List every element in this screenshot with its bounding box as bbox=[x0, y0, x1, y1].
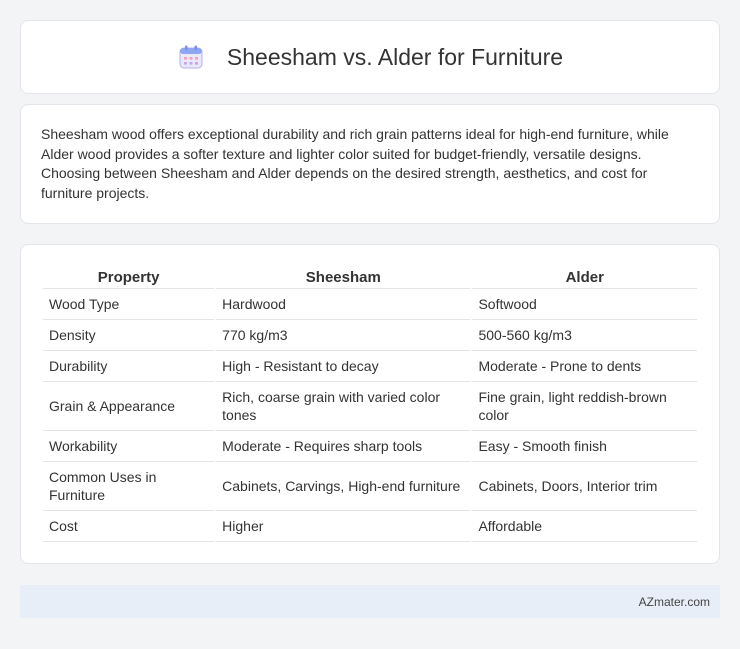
comparison-card: Property Sheesham Alder Wood Type Hardwo… bbox=[20, 244, 720, 564]
table-row: Grain & Appearance Rich, coarse grain wi… bbox=[43, 382, 697, 431]
property-cell: Common Uses in Furniture bbox=[43, 462, 215, 511]
property-cell: Workability bbox=[43, 431, 215, 462]
intro-paragraph: Sheesham wood offers exceptional durabil… bbox=[41, 126, 669, 201]
alder-cell: Fine grain, light reddish-brown color bbox=[472, 382, 697, 431]
sheesham-cell: Hardwood bbox=[216, 289, 471, 320]
comparison-table: Property Sheesham Alder Wood Type Hardwo… bbox=[41, 263, 699, 542]
footer-brand: AZmater.com bbox=[638, 594, 710, 609]
property-cell: Grain & Appearance bbox=[43, 382, 215, 431]
table-row: Wood Type Hardwood Softwood bbox=[43, 289, 697, 320]
property-cell: Durability bbox=[43, 351, 215, 382]
column-header-alder: Alder bbox=[472, 263, 697, 289]
alder-cell: Softwood bbox=[472, 289, 697, 320]
column-header-sheesham: Sheesham bbox=[216, 263, 471, 289]
table-header-row: Property Sheesham Alder bbox=[43, 263, 697, 289]
alder-cell: Easy - Smooth finish bbox=[472, 431, 697, 462]
page-title: Sheesham vs. Alder for Furniture bbox=[226, 43, 564, 70]
alder-cell: 500-560 kg/m3 bbox=[472, 320, 697, 351]
table-row: Cost Higher Affordable bbox=[43, 511, 697, 542]
property-cell: Cost bbox=[43, 511, 215, 542]
sheesham-cell: Cabinets, Carvings, High-end furniture bbox=[216, 462, 471, 511]
sheesham-cell: Moderate - Requires sharp tools bbox=[216, 431, 471, 462]
alder-cell: Cabinets, Doors, Interior trim bbox=[472, 462, 697, 511]
calendar-icon bbox=[177, 43, 205, 71]
column-header-property: Property bbox=[43, 263, 215, 289]
intro-card: Sheesham wood offers exceptional durabil… bbox=[20, 104, 720, 224]
alder-cell: Affordable bbox=[472, 511, 697, 542]
sheesham-cell: Higher bbox=[216, 511, 471, 542]
table-row: Density 770 kg/m3 500-560 kg/m3 bbox=[43, 320, 697, 351]
footer-bar: AZmater.com bbox=[20, 585, 720, 618]
property-cell: Density bbox=[43, 320, 215, 351]
title-card: Sheesham vs. Alder for Furniture bbox=[20, 20, 720, 94]
sheesham-cell: 770 kg/m3 bbox=[216, 320, 471, 351]
table-row: Durability High - Resistant to decay Mod… bbox=[43, 351, 697, 382]
alder-cell: Moderate - Prone to dents bbox=[472, 351, 697, 382]
property-cell: Wood Type bbox=[43, 289, 215, 320]
sheesham-cell: Rich, coarse grain with varied color ton… bbox=[216, 382, 471, 431]
sheesham-cell: High - Resistant to decay bbox=[216, 351, 471, 382]
table-row: Common Uses in Furniture Cabinets, Carvi… bbox=[43, 462, 697, 511]
table-row: Workability Moderate - Requires sharp to… bbox=[43, 431, 697, 462]
